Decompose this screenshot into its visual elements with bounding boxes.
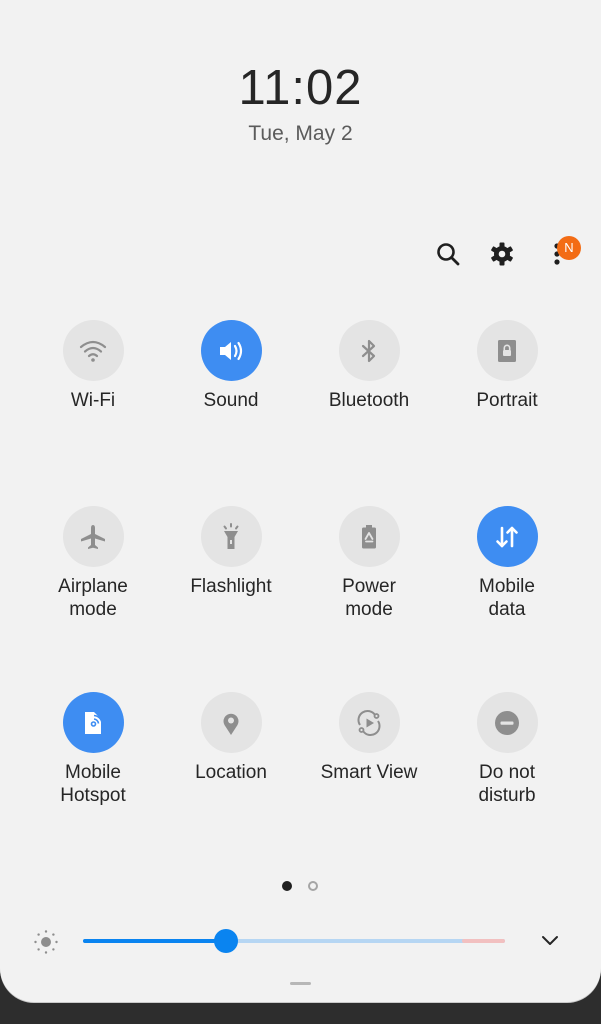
location-pin-icon — [223, 713, 239, 735]
tile-label: Smart View — [320, 762, 418, 783]
tile-power-mode-toggle[interactable] — [338, 506, 400, 567]
airplane-icon — [81, 524, 105, 549]
data-arrows-icon — [496, 526, 518, 547]
tile-location-toggle[interactable] — [200, 692, 262, 753]
search-button[interactable] — [434, 240, 462, 268]
brightness-warning-range — [462, 939, 505, 943]
tile-do-not-disturb[interactable]: Do not disturb — [438, 692, 576, 807]
tile-label: Portrait — [476, 390, 538, 411]
brightness-slider[interactable] — [83, 929, 505, 953]
tile-airplane-mode-toggle[interactable] — [62, 506, 124, 567]
brightness-icon — [34, 930, 58, 954]
tile-label: Airplane mode — [58, 576, 128, 620]
tile-sound[interactable]: Sound — [162, 320, 300, 412]
smart-view-icon — [357, 709, 381, 736]
tile-label: Power mode — [342, 576, 396, 620]
notification-badge: N — [557, 236, 581, 260]
tile-location[interactable]: Location — [162, 692, 300, 784]
tile-airplane-mode[interactable]: Airplane mode — [24, 506, 162, 621]
tile-flashlight[interactable]: Flashlight — [162, 506, 300, 598]
tile-portrait-toggle[interactable] — [476, 320, 538, 381]
tile-mobile-hotspot[interactable]: Mobile Hotspot — [24, 692, 162, 807]
tile-bluetooth-toggle[interactable] — [338, 320, 400, 381]
brightness-thumb[interactable] — [214, 929, 239, 953]
tile-power-mode[interactable]: Power mode — [300, 506, 438, 621]
tile-label: Sound — [203, 390, 259, 411]
flashlight-icon — [223, 522, 239, 549]
tile-label: Bluetooth — [328, 390, 410, 411]
tile-sound-toggle[interactable] — [200, 320, 262, 381]
clock-date: Tue, May 2 — [248, 122, 353, 145]
tile-label: Flashlight — [190, 576, 272, 597]
tile-mobile-data[interactable]: Mobile data — [438, 506, 576, 621]
brightness-fill — [83, 939, 227, 943]
tile-smart-view-toggle[interactable] — [338, 692, 400, 753]
tile-flashlight-toggle[interactable] — [200, 506, 262, 567]
quick-settings-panel: 11:02 Tue, May 2 N Wi-Fi Sound Bluetooth… — [0, 0, 601, 1002]
drag-handle[interactable] — [290, 982, 311, 985]
battery-recycle-icon — [362, 524, 376, 548]
tile-label: Wi-Fi — [70, 390, 116, 411]
page-dot[interactable] — [308, 881, 318, 891]
tile-label: Mobile Hotspot — [60, 762, 126, 806]
hotspot-icon — [85, 711, 103, 734]
gear-icon — [491, 242, 513, 266]
tile-smart-view[interactable]: Smart View — [300, 692, 438, 784]
do-not-disturb-icon — [495, 710, 519, 735]
bluetooth-icon — [361, 339, 376, 362]
tile-bluetooth[interactable]: Bluetooth — [300, 320, 438, 412]
tile-do-not-disturb-toggle[interactable] — [476, 692, 538, 753]
search-icon — [437, 243, 460, 266]
sound-icon — [220, 341, 243, 360]
tile-label: Location — [195, 762, 267, 783]
clock-time: 11:02 — [238, 61, 363, 115]
tile-label: Mobile data — [479, 576, 535, 620]
tile-wifi-toggle[interactable] — [62, 320, 124, 381]
wifi-icon — [79, 340, 107, 362]
chevron-down-icon[interactable] — [538, 930, 562, 952]
page-dot-current[interactable] — [282, 881, 292, 891]
tile-label: Do not disturb — [478, 762, 536, 806]
tile-mobile-data-toggle[interactable] — [476, 506, 538, 567]
tile-wifi[interactable]: Wi-Fi — [24, 320, 162, 412]
tile-portrait[interactable]: Portrait — [438, 320, 576, 412]
tile-mobile-hotspot-toggle[interactable] — [62, 692, 124, 753]
settings-button[interactable] — [488, 240, 516, 268]
rotation-lock-icon — [498, 339, 516, 362]
